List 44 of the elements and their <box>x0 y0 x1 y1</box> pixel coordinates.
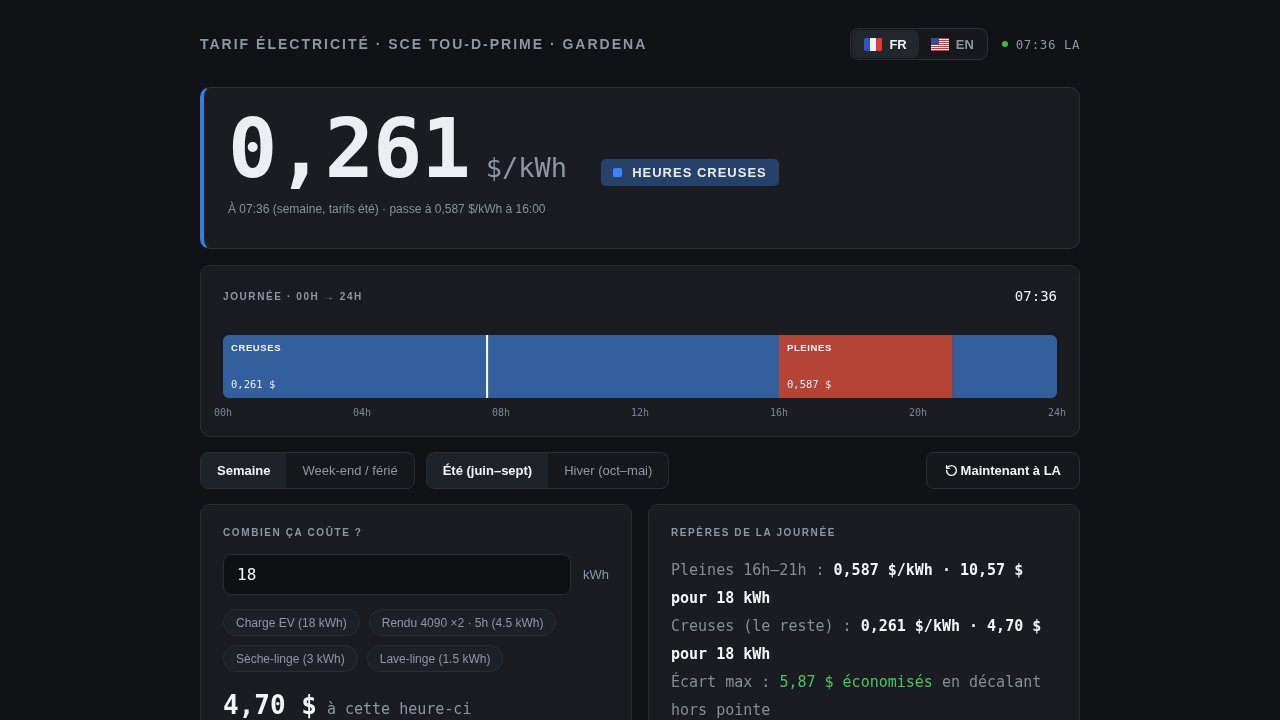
rate-note: À 07:36 (semaine, tarifs été) · passe à 0,587 $/kWh à 16:00 <box>228 202 547 216</box>
reset-icon <box>944 464 958 477</box>
input-unit: kWh <box>583 567 609 582</box>
price-unit: $/kWh <box>485 152 568 183</box>
now-marker <box>486 335 489 398</box>
hour-tick: 04h <box>352 407 371 418</box>
cost-caption: à cette heure-ci <box>326 702 472 717</box>
kwh-input[interactable]: 18 <box>223 554 571 595</box>
language-button[interactable]: FR <box>852 30 919 58</box>
page-title: TARIF ÉLECTRICITÉ · SCE TOU-D-PRIME · GARDENA <box>200 36 648 52</box>
highlight-line: Creuses (le reste) : 0,261 $/kWh · 4,70 $ pour 18 kWh <box>671 616 1043 665</box>
local-time: 07:36 LA <box>1015 36 1080 52</box>
preset-chip[interactable]: Charge EV (18 kWh) <box>223 609 360 636</box>
hour-tick: 00h <box>213 407 233 418</box>
cost-amount: 4,70 $ <box>223 692 317 718</box>
preset-chip[interactable]: Lave-linge (1.5 kWh) <box>366 645 504 672</box>
square-icon <box>613 168 623 177</box>
section-label: REPÈRES DE LA JOURNÉE <box>671 527 837 538</box>
hour-tick: 24h <box>1047 407 1067 418</box>
segment-label: PLEINES <box>787 342 832 353</box>
section-label: JOURNÉE · 00H → 24H <box>223 290 363 302</box>
us-flag-icon <box>930 37 949 51</box>
preset-chip[interactable]: Sèche-linge (3 kWh) <box>223 645 358 672</box>
day-type-option[interactable]: Week-end / férié <box>286 453 414 488</box>
preset-chip[interactable]: Rendu 4090 ×2 · 5h (4.5 kWh) <box>368 609 557 636</box>
section-label: COMBIEN ÇA COÛTE ? <box>223 527 364 538</box>
season-option[interactable]: Hiver (oct–mai) <box>548 453 669 488</box>
highlight-line: Pleines 16h–21h : 0,587 $/kWh · 10,57 $ pour 18 kWh <box>671 560 1025 609</box>
period-badge: HEURES CREUSES <box>601 159 779 186</box>
season-option[interactable]: Été (juin–sept) <box>426 453 549 488</box>
hour-tick: 08h <box>491 407 510 418</box>
segment-price: 0,587 $ <box>787 378 832 390</box>
reset-now-button[interactable]: Maintenant à LA <box>925 452 1080 489</box>
hour-tick: 20h <box>908 407 928 418</box>
current-time: 07:36 <box>1014 288 1057 304</box>
highlight-line: Écart max : 5,87 $ économisés en décalant hors pointe <box>671 671 1043 720</box>
current-price: 0,261 <box>228 108 470 190</box>
hour-tick: 12h <box>630 407 650 418</box>
language-button[interactable]: EN <box>918 30 986 58</box>
day-type-option[interactable]: Semaine <box>201 453 287 488</box>
hour-tick: 16h <box>769 407 788 418</box>
segment-price: 0,261 $ <box>231 378 276 390</box>
france-flag-icon <box>864 37 883 51</box>
segment-label: CREUSES <box>231 342 282 353</box>
